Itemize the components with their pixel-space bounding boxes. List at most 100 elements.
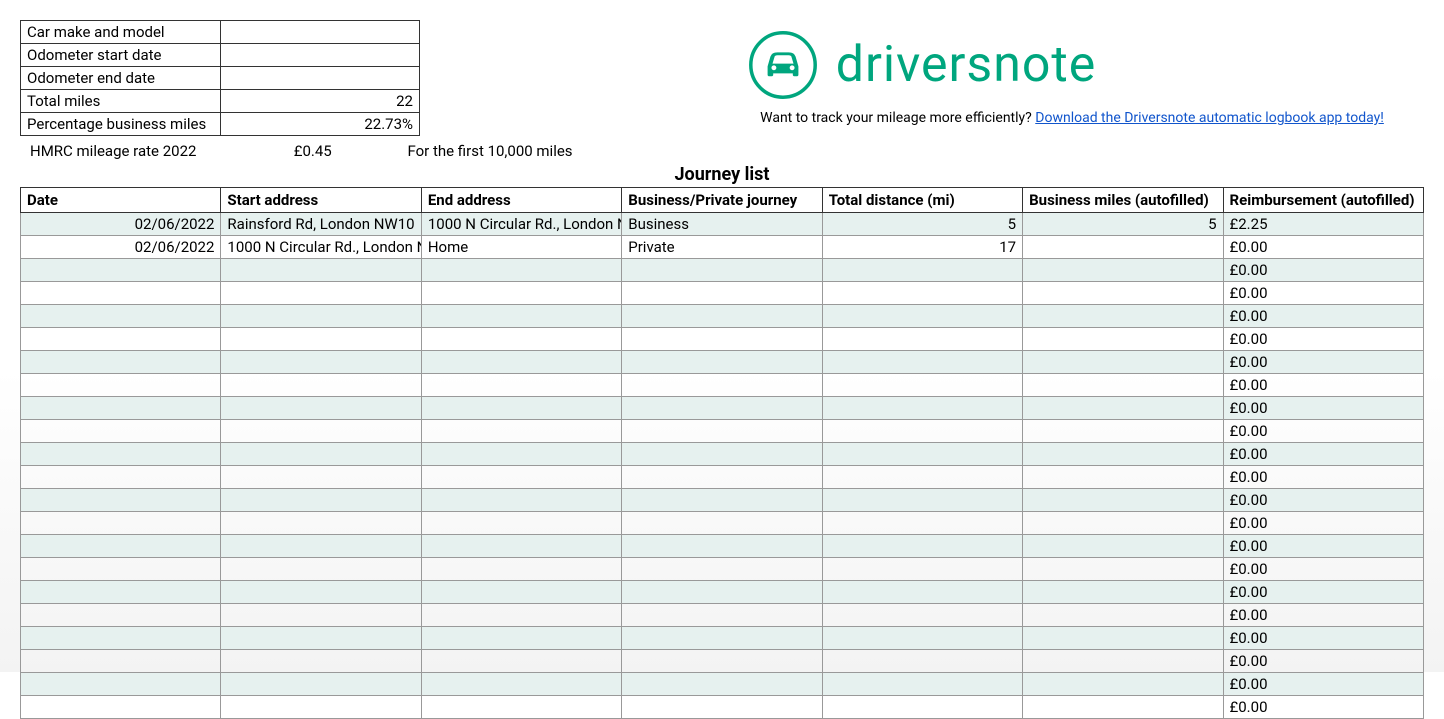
info-value[interactable] [220,67,419,90]
cell-type[interactable] [622,489,822,512]
cell-reimb[interactable]: £0.00 [1223,351,1423,374]
cell-biz[interactable] [1023,351,1223,374]
cell-end[interactable] [421,512,621,535]
cell-date[interactable] [21,397,221,420]
cell-reimb[interactable]: £0.00 [1223,512,1423,535]
cell-dist[interactable] [822,328,1022,351]
cell-type[interactable] [622,535,822,558]
cell-date[interactable] [21,673,221,696]
cell-biz[interactable]: 5 [1023,213,1223,236]
cell-type[interactable] [622,604,822,627]
cell-reimb[interactable]: £0.00 [1223,282,1423,305]
cell-type[interactable] [622,397,822,420]
cell-date[interactable] [21,696,221,719]
cell-dist[interactable] [822,696,1022,719]
cell-start[interactable] [221,259,421,282]
cell-end[interactable] [421,351,621,374]
cell-reimb[interactable]: £0.00 [1223,627,1423,650]
cell-dist[interactable] [822,489,1022,512]
cell-start[interactable] [221,443,421,466]
cell-dist[interactable] [822,420,1022,443]
cell-reimb[interactable]: £0.00 [1223,535,1423,558]
cell-type[interactable] [622,305,822,328]
cell-dist[interactable] [822,351,1022,374]
cell-reimb[interactable]: £0.00 [1223,259,1423,282]
info-value[interactable] [220,44,419,67]
cell-end[interactable] [421,673,621,696]
cell-dist[interactable] [822,535,1022,558]
cell-biz[interactable] [1023,512,1223,535]
cell-reimb[interactable]: £2.25 [1223,213,1423,236]
cell-date[interactable] [21,581,221,604]
cell-start[interactable] [221,282,421,305]
cell-dist[interactable] [822,558,1022,581]
cell-dist[interactable]: 5 [822,213,1022,236]
cell-date[interactable]: 02/06/2022 [21,236,221,259]
cell-start[interactable] [221,673,421,696]
cell-date[interactable] [21,374,221,397]
cell-reimb[interactable]: £0.00 [1223,650,1423,673]
cell-type[interactable] [622,650,822,673]
cell-biz[interactable] [1023,420,1223,443]
cell-biz[interactable] [1023,558,1223,581]
cell-biz[interactable] [1023,673,1223,696]
cell-start[interactable] [221,627,421,650]
cell-type[interactable]: Private [622,236,822,259]
cell-date[interactable] [21,604,221,627]
info-value[interactable]: 22.73% [220,113,419,136]
cell-biz[interactable] [1023,627,1223,650]
cell-biz[interactable] [1023,604,1223,627]
cell-type[interactable] [622,259,822,282]
cell-end[interactable] [421,627,621,650]
cell-biz[interactable] [1023,305,1223,328]
cell-start[interactable] [221,489,421,512]
cell-start[interactable] [221,535,421,558]
cell-dist[interactable] [822,282,1022,305]
cell-end[interactable] [421,696,621,719]
cell-end[interactable] [421,397,621,420]
cell-dist[interactable]: 17 [822,236,1022,259]
cell-dist[interactable] [822,604,1022,627]
cell-biz[interactable] [1023,236,1223,259]
cell-end[interactable] [421,650,621,673]
cell-biz[interactable] [1023,466,1223,489]
cell-type[interactable] [622,581,822,604]
cell-reimb[interactable]: £0.00 [1223,581,1423,604]
cell-type[interactable] [622,466,822,489]
cell-dist[interactable] [822,627,1022,650]
cell-reimb[interactable]: £0.00 [1223,420,1423,443]
cell-dist[interactable] [822,305,1022,328]
cell-date[interactable]: 02/06/2022 [21,213,221,236]
cell-start[interactable] [221,397,421,420]
cell-type[interactable]: Business [622,213,822,236]
cell-end[interactable]: Home [421,236,621,259]
cell-start[interactable] [221,650,421,673]
cell-end[interactable] [421,420,621,443]
cell-end[interactable] [421,443,621,466]
cell-reimb[interactable]: £0.00 [1223,604,1423,627]
cell-dist[interactable] [822,650,1022,673]
cell-start[interactable] [221,374,421,397]
cell-reimb[interactable]: £0.00 [1223,673,1423,696]
cell-start[interactable] [221,696,421,719]
cell-date[interactable] [21,512,221,535]
download-link[interactable]: Download the Driversnote automatic logbo… [1035,110,1384,126]
cell-end[interactable] [421,604,621,627]
cell-start[interactable] [221,604,421,627]
cell-date[interactable] [21,535,221,558]
cell-dist[interactable] [822,397,1022,420]
cell-dist[interactable] [822,443,1022,466]
info-value[interactable]: 22 [220,90,419,113]
cell-date[interactable] [21,558,221,581]
cell-type[interactable] [622,282,822,305]
cell-type[interactable] [622,420,822,443]
cell-date[interactable] [21,627,221,650]
cell-type[interactable] [622,627,822,650]
cell-start[interactable] [221,351,421,374]
cell-end[interactable] [421,282,621,305]
cell-date[interactable] [21,259,221,282]
cell-end[interactable] [421,581,621,604]
cell-end[interactable] [421,328,621,351]
cell-start[interactable] [221,420,421,443]
cell-type[interactable] [622,673,822,696]
